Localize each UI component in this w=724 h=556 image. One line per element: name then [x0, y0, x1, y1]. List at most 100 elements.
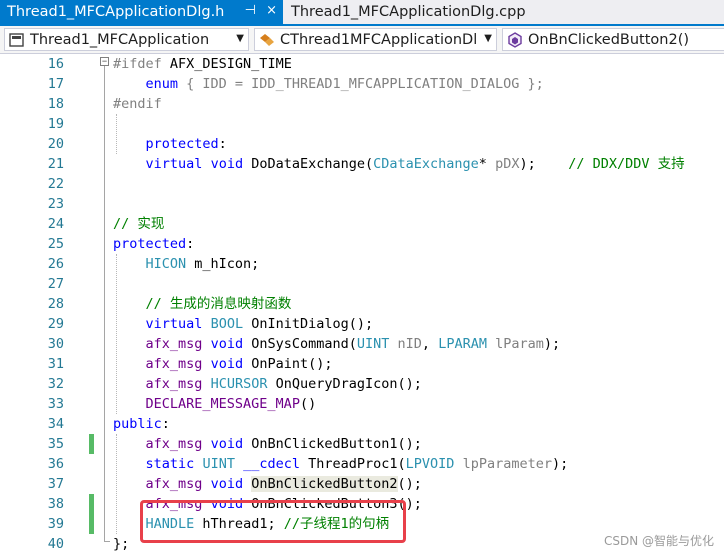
line-number: 29 — [47, 316, 64, 332]
code-line[interactable]: 22 — [0, 174, 724, 194]
code-line[interactable]: 25 protected: — [0, 234, 724, 254]
code-token: : — [186, 236, 195, 252]
code-token: HICON — [145, 256, 187, 272]
line-number: 39 — [47, 516, 64, 532]
code-token: UINT — [202, 456, 235, 472]
tab-header-file[interactable]: Thread1_MFCApplicationDlg.h ⊣ × — [0, 0, 283, 24]
code-line[interactable]: 36 static UINT __cdecl ThreadProc1(LPVOI… — [0, 454, 724, 474]
code-token: lpParameter — [462, 456, 552, 472]
code-line[interactable]: 28 // 生成的消息映射函数 — [0, 294, 724, 314]
code-line[interactable]: 17 enum { IDD = IDD_THREAD1_MFCAPPLICATI… — [0, 74, 724, 94]
code-token: HCURSOR — [210, 376, 268, 392]
watermark: CSDN @智能与优化 — [603, 534, 714, 548]
code-token: protected — [113, 236, 187, 252]
change-marker — [89, 434, 94, 454]
line-number: 17 — [47, 76, 64, 92]
member-dropdown[interactable]: OnBnClickedButton2() — [502, 28, 724, 51]
code-token: CDataExchange — [373, 156, 479, 172]
code-line[interactable]: 32 afx_msg HCURSOR OnQueryDragIcon(); — [0, 374, 724, 394]
code-text: DECLARE_MESSAGE_MAP() — [113, 394, 317, 414]
pin-icon[interactable]: ⊣ — [245, 3, 256, 18]
line-number: 36 — [47, 456, 64, 472]
code-line[interactable]: 30 afx_msg void OnSysCommand(UINT nID, L… — [0, 334, 724, 354]
code-line[interactable]: 21 virtual void DoDataExchange(CDataExch… — [0, 154, 724, 174]
line-number: 21 — [47, 156, 64, 172]
code-text: // 实现 — [113, 214, 164, 234]
class-icon — [260, 33, 274, 46]
code-line[interactable]: 18 #endif — [0, 94, 724, 114]
change-marker — [89, 494, 94, 514]
code-line[interactable]: 16 #ifdef AFX_DESIGN_TIME — [0, 54, 724, 74]
code-line[interactable]: 34 public: — [0, 414, 724, 434]
line-number: 18 — [47, 96, 64, 112]
code-line[interactable]: 23 — [0, 194, 724, 214]
code-token: UINT — [356, 336, 390, 352]
code-line[interactable]: 26 HICON m_hIcon; — [0, 254, 724, 274]
code-line[interactable]: 31 afx_msg void OnPaint(); — [0, 354, 724, 374]
project-dropdown[interactable]: Thread1_MFCApplication ▼ — [4, 28, 249, 51]
code-token: OnPaint(); — [243, 356, 333, 372]
line-number: 19 — [47, 116, 64, 132]
class-scope-dropdown[interactable]: CThread1MFCApplicationDl ▼ — [254, 28, 497, 51]
code-line[interactable]: 37 afx_msg void OnBnClickedButton2(); — [0, 474, 724, 494]
close-icon[interactable]: × — [266, 3, 277, 18]
code-token: afx_msg — [145, 336, 203, 352]
code-token: void — [210, 476, 244, 492]
code-line[interactable]: 24 // 实现 — [0, 214, 724, 234]
code-token: afx_msg — [145, 436, 203, 452]
code-token: OnSysCommand( — [243, 336, 357, 352]
document-tab-bar: Thread1_MFCApplicationDlg.h ⊣ × Thread1_… — [0, 0, 724, 24]
code-line[interactable]: 29 virtual BOOL OnInitDialog(); — [0, 314, 724, 334]
tab-cpp-file[interactable]: Thread1_MFCApplicationDlg.cpp — [284, 0, 546, 24]
code-text: virtual void DoDataExchange(CDataExchang… — [113, 154, 685, 174]
project-icon — [9, 32, 24, 47]
line-number: 31 — [47, 356, 64, 372]
line-number: 37 — [47, 476, 64, 492]
code-line[interactable]: 33 DECLARE_MESSAGE_MAP() — [0, 394, 724, 414]
code-token: ); — [552, 456, 569, 472]
method-icon — [508, 31, 522, 48]
code-token: , — [421, 336, 439, 352]
code-line[interactable]: 20 protected: — [0, 134, 724, 154]
code-token: __cdecl — [243, 456, 300, 472]
code-token: void — [210, 336, 244, 352]
code-token: nID — [397, 336, 422, 352]
code-text: HICON m_hIcon; — [113, 254, 260, 274]
code-token: }; — [113, 536, 130, 552]
tab-label: Thread1_MFCApplicationDlg.cpp — [291, 4, 526, 20]
code-text: afx_msg void OnBnClickedButton1(); — [113, 434, 422, 454]
member-name: OnBnClickedButton2() — [528, 31, 690, 48]
code-text: enum { IDD = IDD_THREAD1_MFCAPPLICATION_… — [113, 74, 544, 94]
code-token: : — [218, 136, 227, 152]
code-text: }; — [113, 534, 129, 554]
code-token: lParam — [495, 336, 544, 352]
code-line[interactable]: 35 afx_msg void OnBnClickedButton1(); — [0, 434, 724, 454]
line-number: 33 — [47, 396, 64, 412]
line-number: 40 — [47, 536, 64, 552]
line-number: 25 — [47, 236, 64, 252]
code-token: BOOL — [210, 316, 244, 332]
line-number: 26 — [47, 256, 64, 272]
code-text: protected: — [113, 234, 194, 254]
code-line[interactable]: 19 — [0, 114, 724, 134]
code-token: ); — [519, 156, 569, 172]
code-editor[interactable]: − 16 #ifdef AFX_DESIGN_TIME 17 enum { IDD … — [0, 54, 724, 556]
code-line[interactable]: 27 — [0, 274, 724, 294]
line-number: 22 — [47, 176, 64, 192]
